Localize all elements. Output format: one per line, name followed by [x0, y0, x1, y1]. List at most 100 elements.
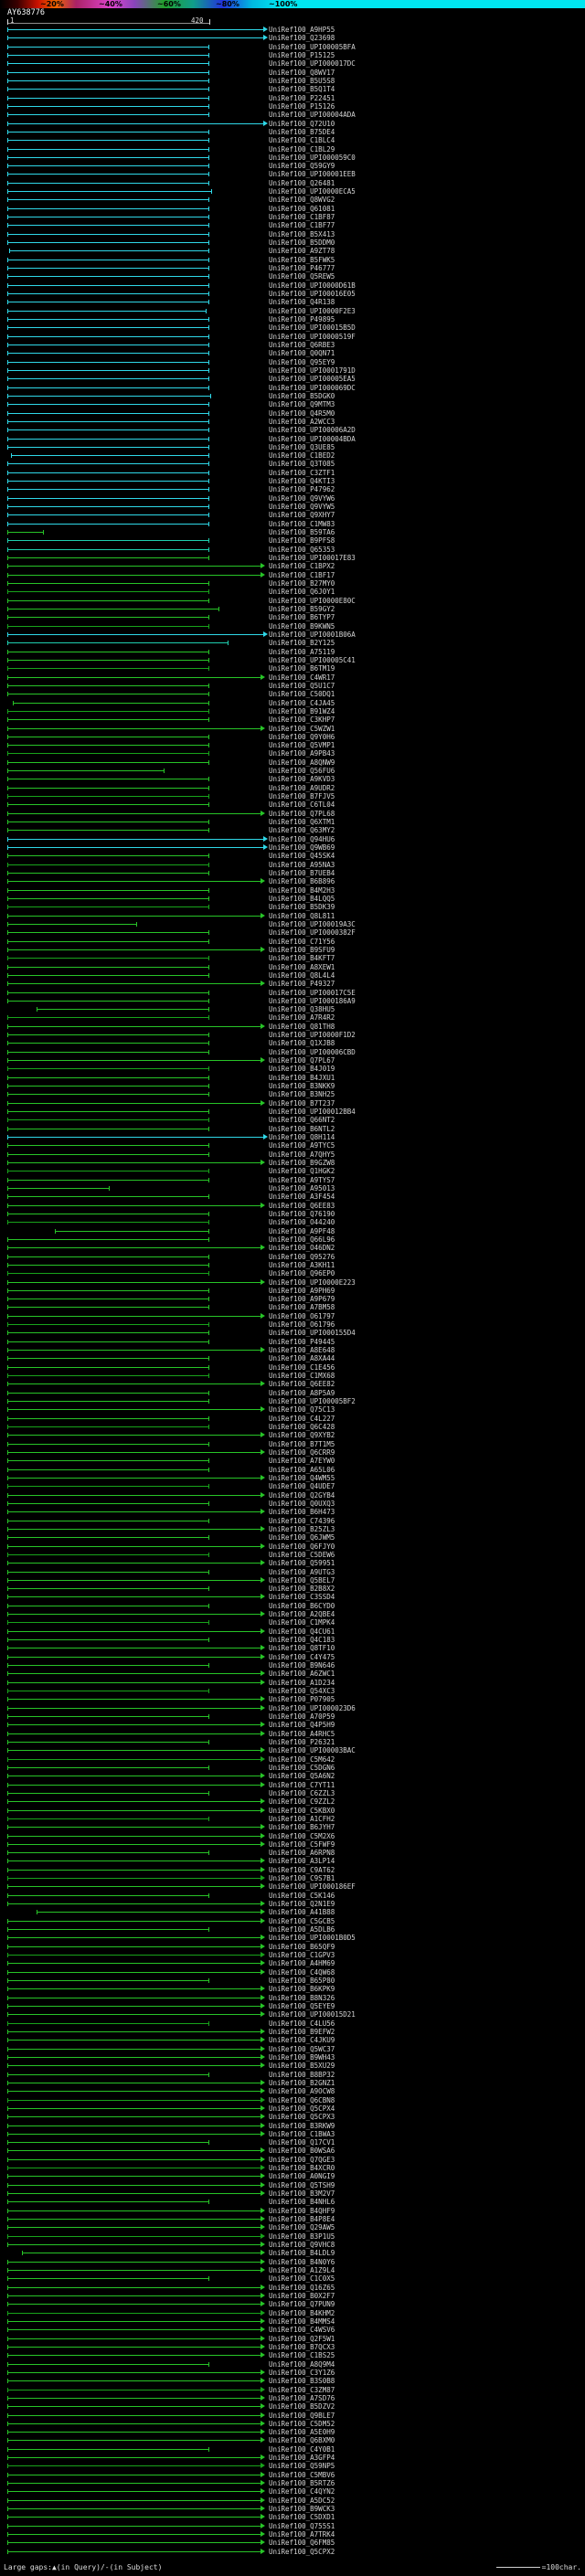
hit-subject-id[interactable]: UniRef100_B7UEB4	[269, 870, 335, 877]
hit-subject-id[interactable]: UniRef100_B3NH25	[269, 1091, 335, 1098]
hit-subject-id[interactable]: UniRef100_B5Q1T4	[269, 86, 335, 93]
hit-subject-id[interactable]: UniRef100_C1BF77	[269, 222, 335, 229]
hit-subject-id[interactable]: UniRef100_A8Q9M4	[269, 2360, 335, 2369]
hit-subject-id[interactable]: UniRef100_A9HP55	[269, 27, 335, 34]
hit-alignment-bar[interactable]	[7, 367, 209, 373]
hit-subject-id[interactable]: UniRef100_B6NTL2	[269, 1125, 335, 1133]
hit-alignment-bar[interactable]	[7, 1807, 265, 1813]
hit-subject-id[interactable]: UniRef100_A9UDR2	[269, 784, 335, 792]
hit-alignment-bar[interactable]	[7, 964, 209, 970]
hit-subject-id[interactable]: UniRef100_Q5BEL7	[269, 1576, 335, 1585]
hit-subject-id[interactable]: UniRef100_Q63MY2	[269, 827, 335, 834]
hit-alignment-bar[interactable]	[7, 1722, 265, 1728]
hit-subject-id[interactable]: UniRef100_Q6EE82	[269, 1381, 335, 1388]
hit-alignment-bar[interactable]	[7, 1663, 209, 1669]
hit-alignment-bar[interactable]	[7, 1560, 265, 1566]
hit-alignment-bar[interactable]	[7, 1781, 265, 1787]
hit-subject-id[interactable]: UniRef100_Q7PUN9	[269, 2301, 335, 2308]
hit-subject-id[interactable]: UniRef100_O61796	[269, 1321, 335, 1329]
hit-subject-id[interactable]: UniRef100_B8N326	[269, 1994, 335, 2002]
hit-alignment-bar[interactable]	[7, 1627, 265, 1634]
hit-subject-id[interactable]: UniRef100_A5E0H9	[269, 2429, 335, 2436]
hit-alignment-bar[interactable]	[7, 2378, 265, 2384]
hit-subject-id[interactable]: UniRef100_Q5U1C7	[269, 682, 335, 690]
hit-subject-id[interactable]: UniRef100_C4QYN2	[269, 2488, 335, 2496]
hit-alignment-bar[interactable]	[7, 1816, 209, 1821]
hit-subject-id[interactable]: UniRef100_Q8TF10	[269, 1645, 335, 1652]
hit-subject-id[interactable]: UniRef100_Q61081	[269, 205, 335, 213]
hit-subject-id[interactable]: UniRef100_B4P8E4	[269, 2216, 335, 2223]
hit-alignment-bar[interactable]	[7, 1586, 209, 1592]
hit-alignment-bar[interactable]	[7, 1943, 265, 1949]
hit-alignment-bar[interactable]	[7, 589, 209, 595]
hit-subject-id[interactable]: UniRef100_UPI0000ECA5	[269, 188, 356, 196]
hit-subject-id[interactable]: UniRef100_UPI00004BDA	[269, 435, 356, 443]
hit-alignment-bar[interactable]	[7, 1278, 265, 1285]
hit-alignment-bar[interactable]	[7, 2232, 265, 2239]
hit-subject-id[interactable]: UniRef100_Q9WB69	[269, 844, 335, 852]
hit-subject-id[interactable]: UniRef100_Q1HGK2	[269, 1168, 335, 1175]
hit-subject-id[interactable]: UniRef100_Q6CRR9	[269, 1448, 335, 1457]
hit-subject-id[interactable]: UniRef100_Q4C183	[269, 1637, 335, 1644]
hit-subject-id[interactable]: UniRef100_Q5CPX3	[269, 2114, 335, 2121]
hit-alignment-bar[interactable]	[7, 2207, 265, 2213]
hit-alignment-bar[interactable]	[7, 1143, 209, 1149]
hit-alignment-bar[interactable]	[7, 2309, 265, 2316]
hit-subject-id[interactable]: UniRef100_A8XEW1	[269, 963, 335, 971]
hit-alignment-bar[interactable]	[7, 623, 209, 629]
hit-alignment-bar[interactable]	[7, 2352, 265, 2359]
hit-subject-id[interactable]: UniRef100_C1MW83	[269, 520, 335, 528]
hit-subject-id[interactable]: UniRef100_B3M2V7	[269, 2190, 335, 2198]
hit-alignment-bar[interactable]	[7, 1330, 209, 1336]
hit-subject-id[interactable]: UniRef100_B6TM19	[269, 665, 335, 673]
hit-alignment-bar[interactable]	[7, 853, 209, 859]
hit-alignment-bar[interactable]	[7, 1535, 209, 1541]
hit-alignment-bar[interactable]	[7, 334, 209, 339]
hit-subject-id[interactable]: UniRef100_B4M2H3	[269, 886, 335, 895]
hit-subject-id[interactable]: UniRef100_Q16Z65	[269, 2284, 335, 2292]
hit-subject-id[interactable]: UniRef100_A9ZT78	[269, 248, 335, 255]
hit-alignment-bar[interactable]	[7, 1978, 209, 1984]
hit-alignment-bar[interactable]	[7, 683, 209, 688]
hit-alignment-bar[interactable]	[7, 1399, 209, 1405]
hit-alignment-bar[interactable]	[9, 249, 209, 254]
hit-alignment-bar[interactable]	[7, 1500, 209, 1506]
hit-alignment-bar[interactable]	[7, 1576, 265, 1583]
hit-alignment-bar[interactable]	[7, 2429, 265, 2435]
hit-subject-id[interactable]: UniRef100_UPI00001EEB	[269, 171, 356, 178]
hit-subject-id[interactable]: UniRef100_A7BM58	[269, 1304, 335, 1311]
hit-subject-id[interactable]: UniRef100_A6RPN8	[269, 1850, 335, 1857]
hit-subject-id[interactable]: UniRef100_C3ZM87	[269, 2386, 335, 2394]
hit-alignment-bar[interactable]	[7, 2496, 265, 2503]
hit-subject-id[interactable]: UniRef100_Q755S1	[269, 2522, 335, 2530]
hit-alignment-bar[interactable]	[7, 69, 209, 75]
hit-subject-id[interactable]: UniRef100_UPI0001791D	[269, 366, 356, 375]
hit-subject-id[interactable]: UniRef100_B2Y125	[269, 640, 335, 647]
hit-alignment-bar[interactable]	[7, 2480, 265, 2486]
hit-alignment-bar[interactable]	[7, 2140, 209, 2146]
hit-subject-id[interactable]: UniRef100_Q9Y0H6	[269, 733, 335, 741]
hit-alignment-bar[interactable]	[7, 2412, 265, 2418]
hit-subject-id[interactable]: UniRef100_Q5VMP1	[269, 742, 335, 749]
hit-alignment-bar[interactable]	[7, 912, 265, 918]
hit-alignment-bar[interactable]	[7, 946, 265, 952]
hit-subject-id[interactable]: UniRef100_UPI000023D6	[269, 1704, 356, 1712]
hit-subject-id[interactable]: UniRef100_UPI00005BF2	[269, 1398, 356, 1405]
hit-alignment-bar[interactable]	[7, 657, 209, 663]
hit-alignment-bar[interactable]	[7, 487, 209, 493]
hit-subject-id[interactable]: UniRef100_C74396	[269, 1517, 335, 1525]
hit-subject-id[interactable]: UniRef100_Q66NT2	[269, 1117, 335, 1124]
hit-alignment-bar[interactable]	[7, 2258, 265, 2264]
hit-subject-id[interactable]: UniRef100_C1BLC4	[269, 137, 335, 144]
hit-subject-id[interactable]: UniRef100_Q4CU61	[269, 1627, 335, 1636]
hit-alignment-bar[interactable]	[7, 1832, 265, 1839]
hit-alignment-bar[interactable]	[7, 2181, 265, 2188]
hit-alignment-bar[interactable]	[7, 129, 209, 134]
hit-alignment-bar[interactable]	[7, 1653, 265, 1659]
hit-alignment-bar[interactable]	[7, 419, 209, 424]
hit-subject-id[interactable]: UniRef100_Q6FM85	[269, 2539, 335, 2547]
hit-alignment-bar[interactable]	[7, 2343, 265, 2349]
hit-alignment-bar[interactable]	[7, 563, 265, 569]
hit-alignment-bar[interactable]	[7, 2446, 209, 2452]
hit-alignment-bar[interactable]	[7, 981, 265, 987]
